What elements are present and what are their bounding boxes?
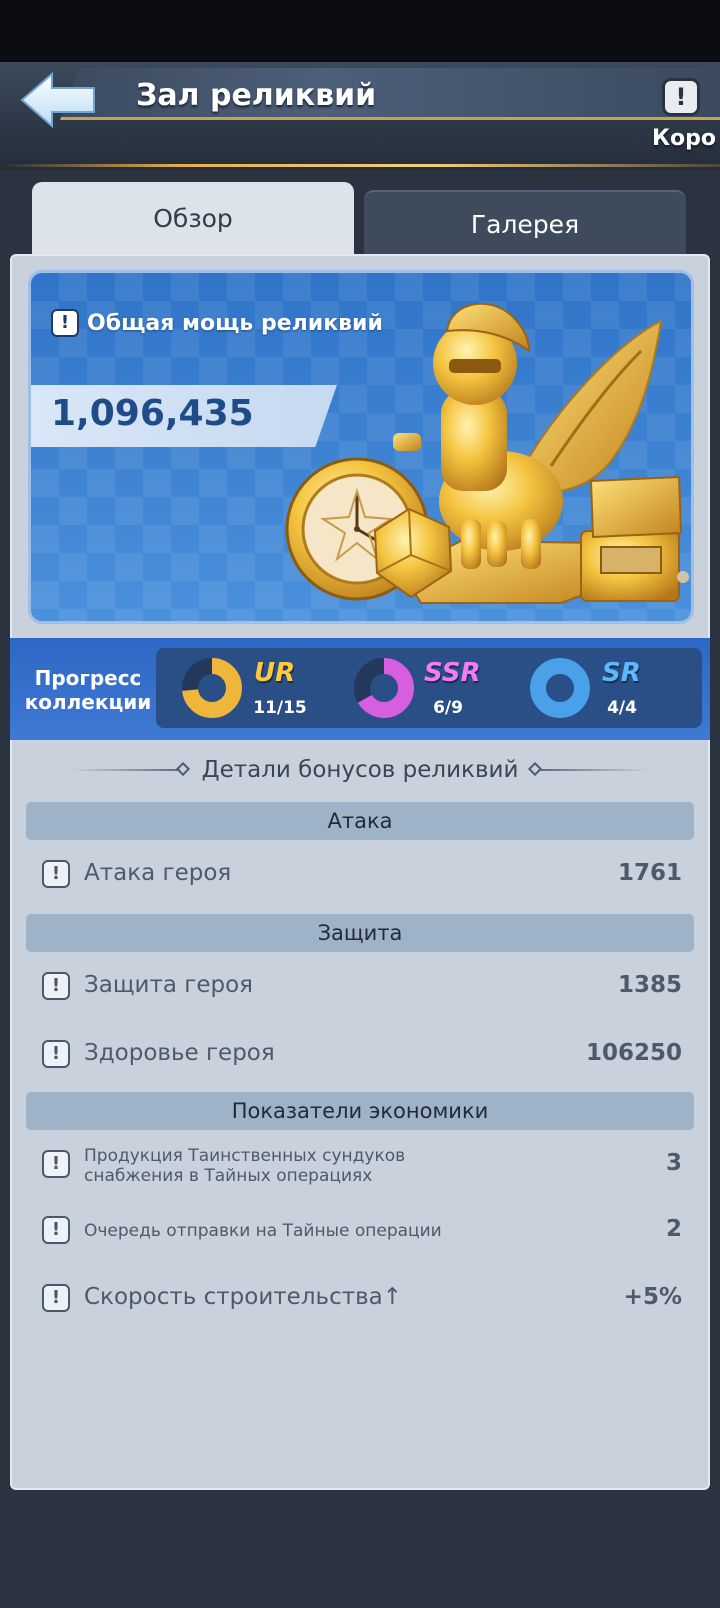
exclamation-icon[interactable]: ! xyxy=(42,1040,70,1068)
exclamation-icon[interactable]: ! xyxy=(42,972,70,1000)
rarity-count-ur: 11/15 xyxy=(253,698,307,718)
power-value: 1,096,435 xyxy=(51,393,254,434)
bonus-details-heading-group: Детали бонусов реликвий xyxy=(60,752,660,788)
status-bar xyxy=(0,0,720,62)
stat-row-hero-health: ! Здоровье героя 106250 xyxy=(40,1032,684,1076)
stat-row-dispatch-queue: ! Очередь отправки на Тайные операции 2 xyxy=(40,1208,684,1252)
back-button[interactable] xyxy=(18,70,100,130)
exclamation-icon[interactable]: ! xyxy=(42,1284,70,1312)
stat-row-hero-attack: ! Атака героя 1761 xyxy=(40,852,684,896)
ssr-progress-ring xyxy=(354,658,414,718)
rarity-sr[interactable]: SR 4/4 xyxy=(528,656,668,722)
ur-progress-ring xyxy=(182,658,242,718)
rarity-count-sr: 4/4 xyxy=(607,698,637,718)
relic-power-card: ! Общая мощь реликвий 1,096,435 xyxy=(28,270,694,624)
rarity-progress-box: UR 11/15 SSR 6/9 SR 4/4 xyxy=(156,648,702,728)
exclamation-icon[interactable]: ! xyxy=(51,309,79,337)
bottom-background xyxy=(0,1490,720,1608)
section-header-attack: Атака xyxy=(26,802,694,840)
stat-value: 1385 xyxy=(617,972,682,998)
stat-value: 1761 xyxy=(617,860,682,886)
exclamation-icon[interactable]: ! xyxy=(42,1216,70,1244)
side-tab-label[interactable]: Коро xyxy=(652,126,716,151)
stat-label: Очередь отправки на Тайные операции xyxy=(84,1221,442,1241)
stat-value: 106250 xyxy=(585,1040,682,1066)
page-title: Зал реликвий xyxy=(136,78,377,113)
ring-fill xyxy=(530,658,590,718)
stat-label: Скорость строительства↑ xyxy=(84,1284,403,1310)
rarity-ssr[interactable]: SSR 6/9 xyxy=(352,656,492,722)
stat-value: 2 xyxy=(665,1216,682,1242)
collection-progress-strip: Прогресс коллекции UR 11/15 SSR 6/9 SR 4… xyxy=(10,638,710,740)
tab-overview[interactable]: Обзор xyxy=(32,182,354,256)
stat-value: +5% xyxy=(623,1284,682,1310)
golden-relics-illustration xyxy=(285,302,689,604)
stat-label: Продукция Таинственных сундуков снабжени… xyxy=(84,1146,405,1186)
stat-row-mystery-chests: ! Продукция Таинственных сундуков снабже… xyxy=(40,1142,684,1186)
stat-label-line: снабжения в Тайных операциях xyxy=(84,1166,373,1186)
stat-label: Защита героя xyxy=(84,972,253,998)
section-header-defense: Защита xyxy=(26,914,694,952)
stat-label: Атака героя xyxy=(84,860,232,886)
rarity-name-ur: UR xyxy=(254,658,296,688)
collection-title: Прогресс коллекции xyxy=(24,666,152,714)
rarity-ur[interactable]: UR 11/15 xyxy=(180,656,320,722)
stat-value: 3 xyxy=(665,1150,682,1176)
back-arrow-icon xyxy=(20,71,95,129)
tab-gallery[interactable]: Галерея xyxy=(364,190,686,256)
stat-row-build-speed: ! Скорость строительства↑ +5% xyxy=(40,1276,684,1320)
stat-label-line: Продукция Таинственных сундуков xyxy=(84,1146,406,1166)
exclamation-icon[interactable]: ! xyxy=(42,1150,70,1178)
rarity-name-sr: SR xyxy=(602,658,641,688)
stat-label: Здоровье героя xyxy=(84,1040,275,1066)
section-header-economy: Показатели экономики xyxy=(26,1092,694,1130)
exclamation-icon[interactable]: ! xyxy=(42,860,70,888)
relic-hall-screen: Зал реликвий ! Коро Обзор Галерея ! Обща… xyxy=(0,0,720,1608)
rarity-name-ssr: SSR xyxy=(424,658,481,688)
rarity-count-ssr: 6/9 xyxy=(433,698,463,718)
stat-row-hero-defense: ! Защита героя 1385 xyxy=(40,964,684,1008)
heading-divider-right xyxy=(540,769,650,771)
header-bar: Зал реликвий ! Коро xyxy=(0,62,720,170)
help-button[interactable]: ! xyxy=(662,78,700,116)
